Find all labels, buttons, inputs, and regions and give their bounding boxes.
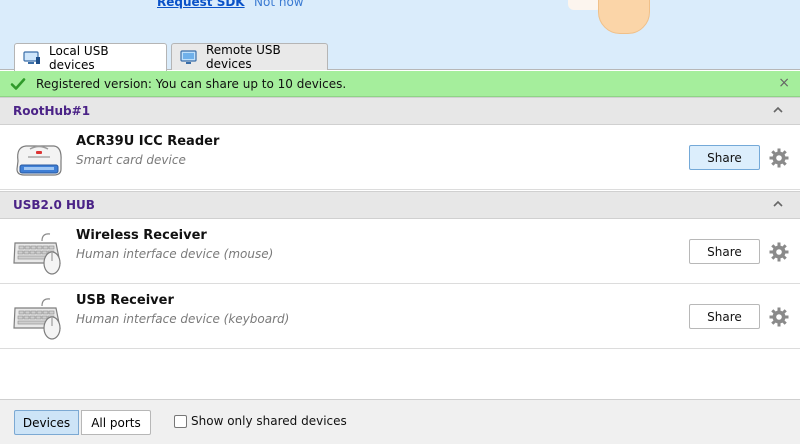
device-name: ACR39U ICC Reader [76, 134, 220, 149]
not-now-link[interactable]: Not now [254, 0, 304, 9]
monitor-network-icon [180, 50, 198, 64]
group-header-usb20-hub[interactable]: USB2.0 HUB [0, 191, 800, 219]
group-title: USB2.0 HUB [13, 198, 95, 212]
request-sdk-link[interactable]: Request SDK [157, 0, 245, 9]
keyboard-mouse-icon [12, 294, 66, 340]
show-shared-only-label[interactable]: Show only shared devices [191, 414, 347, 428]
promo-graphic-card [568, 0, 602, 10]
device-description: Smart card device [76, 153, 186, 167]
group-title: RootHub#1 [13, 104, 91, 118]
device-row-wireless-receiver[interactable]: Wireless Receiver Human interface device… [0, 219, 800, 284]
device-list: RootHub#1 ACR39U ICC Reader Smart card d… [0, 97, 800, 399]
tab-local-usb-devices[interactable]: Local USB devices [14, 43, 167, 72]
group-header-roothub[interactable]: RootHub#1 [0, 97, 800, 125]
view-all-ports-button[interactable]: All ports [81, 410, 151, 435]
share-button[interactable]: Share [689, 304, 760, 329]
tab-remote-label: Remote USB devices [206, 43, 281, 71]
device-row-usb-receiver[interactable]: USB Receiver Human interface device (key… [0, 284, 800, 349]
chevron-up-icon[interactable] [772, 198, 784, 210]
tab-strip: Local USB devices Remote USB devices [0, 36, 800, 72]
show-shared-only-checkbox[interactable] [174, 415, 187, 428]
bottom-toolbar: Devices All ports Show only shared devic… [0, 399, 800, 444]
device-description: Human interface device (keyboard) [76, 312, 290, 326]
promo-graphic [598, 0, 650, 34]
chevron-up-icon[interactable] [772, 104, 784, 116]
device-name: Wireless Receiver [76, 228, 207, 243]
promo-banner: Request SDK Not now [0, 0, 800, 36]
close-icon[interactable]: × [778, 75, 790, 91]
gear-icon[interactable] [768, 241, 790, 263]
computer-usb-icon [23, 50, 41, 65]
card-reader-icon [12, 135, 66, 181]
device-description: Human interface device (mouse) [76, 247, 274, 261]
tab-remote-usb-devices[interactable]: Remote USB devices [171, 43, 328, 71]
registration-notice: Registered version: You can share up to … [0, 71, 800, 97]
share-button[interactable]: Share [689, 145, 760, 170]
check-icon [10, 76, 26, 92]
notice-text: Registered version: You can share up to … [36, 77, 347, 91]
share-button[interactable]: Share [689, 239, 760, 264]
gear-icon[interactable] [768, 306, 790, 328]
gear-icon[interactable] [768, 147, 790, 169]
view-devices-button[interactable]: Devices [14, 410, 79, 435]
device-name: USB Receiver [76, 293, 174, 308]
device-row-acr39u[interactable]: ACR39U ICC Reader Smart card device Shar… [0, 125, 800, 190]
keyboard-mouse-icon [12, 229, 66, 275]
tab-local-label: Local USB devices [49, 43, 109, 72]
